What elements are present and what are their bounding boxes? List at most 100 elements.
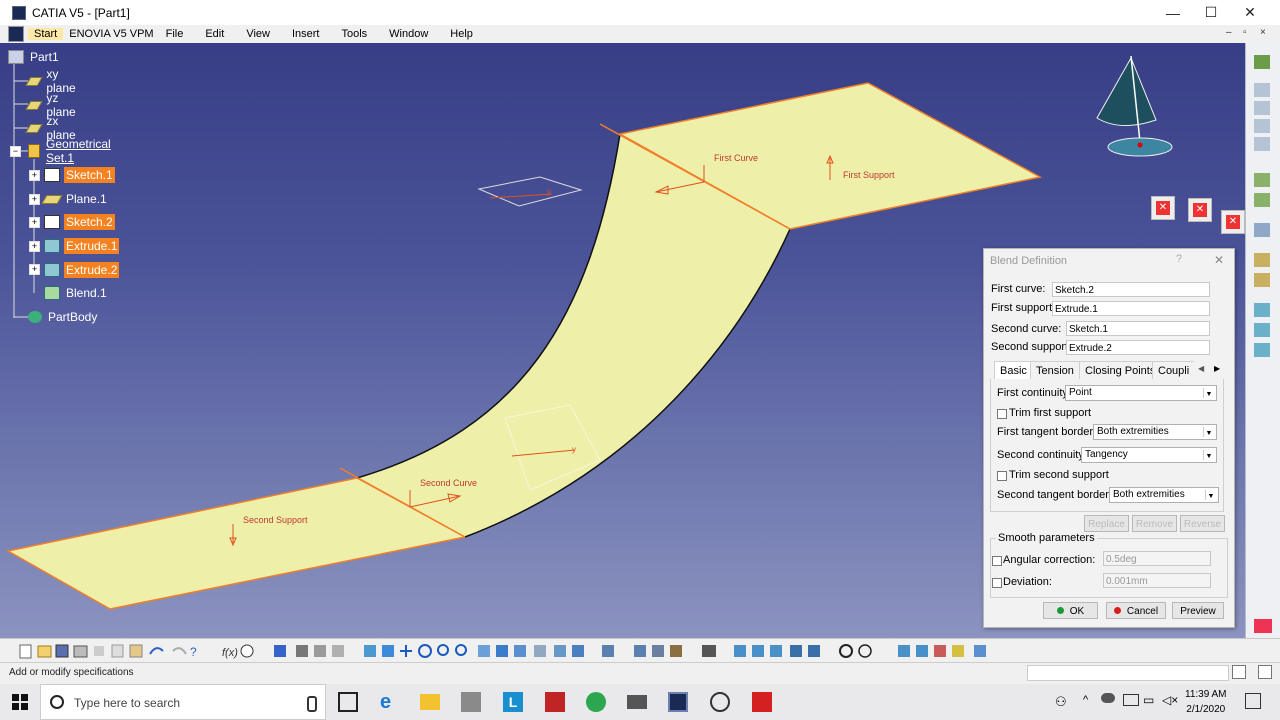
acrobat-icon[interactable] <box>752 692 772 712</box>
menu-insert[interactable]: Insert <box>286 28 326 40</box>
chrome-icon[interactable] <box>586 692 606 712</box>
menu-tools[interactable]: Tools <box>335 28 373 40</box>
cloud-icon[interactable] <box>1101 693 1115 703</box>
deviation-checkbox[interactable] <box>992 578 1002 588</box>
menu-enovia[interactable]: ENOVIA V5 VPM <box>63 28 159 40</box>
minimize-button[interactable]: — <box>1153 0 1193 25</box>
trim-second-support-checkbox[interactable] <box>997 471 1007 481</box>
store-icon[interactable] <box>461 692 481 712</box>
volume-icon[interactable]: ◁× <box>1162 693 1178 707</box>
catia-menu-icon[interactable] <box>8 26 24 42</box>
mcafee-icon[interactable] <box>545 692 565 712</box>
fill-tool-icon[interactable] <box>1254 253 1270 267</box>
help-icon[interactable]: ? <box>1176 253 1182 265</box>
tree-node-extrude2[interactable]: Extrude.2 <box>44 261 120 279</box>
projection-tool-icon[interactable] <box>1254 137 1270 151</box>
menu-start[interactable]: Start <box>28 28 64 40</box>
expand-extrude1-icon[interactable]: + <box>29 241 40 252</box>
tree-node-yz-plane[interactable]: yz plane <box>25 91 81 119</box>
notifications-icon[interactable] <box>1245 693 1261 709</box>
second-tangent-borders-select[interactable]: Both extremities ▼ <box>1109 487 1219 503</box>
close-button[interactable]: ✕ <box>1230 0 1270 25</box>
show-hidden-icons[interactable]: ^ <box>1083 694 1088 706</box>
tree-node-extrude1[interactable]: Extrude.1 <box>44 237 120 255</box>
split-tool-icon[interactable] <box>1254 343 1270 357</box>
people-icon[interactable]: ⚇ <box>1055 694 1067 710</box>
windows-start-icon[interactable] <box>12 694 28 710</box>
mail-icon[interactable] <box>627 695 647 709</box>
second-support-field[interactable]: Extrude.2 <box>1066 340 1210 355</box>
tree-node-zx-plane[interactable]: zx plane <box>25 114 81 142</box>
tree-node-plane1[interactable]: Plane.1 <box>41 190 109 208</box>
minimized-panel-2[interactable]: ✕ <box>1188 198 1212 222</box>
menu-edit[interactable]: Edit <box>199 28 230 40</box>
sketch-tool-icon[interactable] <box>1254 55 1270 69</box>
menu-window[interactable]: Window <box>383 28 434 40</box>
tab-closing-points[interactable]: Closing Points <box>1079 361 1162 379</box>
command-icon[interactable] <box>1258 665 1272 679</box>
network-icon[interactable] <box>1123 694 1139 706</box>
close-icon[interactable]: ✕ <box>1156 201 1170 215</box>
taskbar-clock[interactable]: 11:39 AM 2/1/2020 <box>1185 687 1227 717</box>
obs-icon[interactable] <box>710 692 730 712</box>
taskbar-search-box[interactable]: Type here to search <box>40 684 326 720</box>
blend-tool-icon[interactable] <box>1254 303 1270 317</box>
expand-sketch1-icon[interactable]: + <box>29 170 40 181</box>
close-icon[interactable]: ✕ <box>1226 215 1240 229</box>
tab-scroll-left-icon[interactable]: ◀ <box>1198 364 1204 373</box>
minimized-panel-3[interactable]: ✕ <box>1221 210 1245 234</box>
tab-coupling[interactable]: Coupli <box>1152 361 1195 379</box>
trim-first-support-checkbox[interactable] <box>997 409 1007 419</box>
first-tangent-borders-select[interactable]: Both extremities ▼ <box>1093 424 1217 440</box>
catia-taskbar-icon[interactable] <box>668 692 688 712</box>
angular-correction-checkbox[interactable] <box>992 556 1002 566</box>
menu-help[interactable]: Help <box>444 28 479 40</box>
task-view-icon[interactable] <box>338 692 358 712</box>
tree-node-sketch2[interactable]: Sketch.2 <box>44 213 115 231</box>
second-curve-field[interactable]: Sketch.1 <box>1066 321 1210 336</box>
mdi-close-icon[interactable]: × <box>1260 27 1266 38</box>
compass-icon[interactable] <box>1096 55 1173 157</box>
tree-node-geometrical-set[interactable]: Geometrical Set.1 <box>28 137 117 165</box>
command-input[interactable] <box>1027 665 1229 681</box>
tree-node-xy-plane[interactable]: xy plane <box>25 67 81 95</box>
join-tool-icon[interactable] <box>1254 323 1270 337</box>
replace-button[interactable]: Replace <box>1084 515 1129 532</box>
mdi-restore-icon[interactable]: ▫ <box>1243 27 1247 38</box>
extrude-tool-icon[interactable] <box>1254 173 1270 187</box>
expand-extrude2-icon[interactable]: + <box>29 264 40 275</box>
tree-node-partbody[interactable]: PartBody <box>28 308 99 326</box>
first-continuity-select[interactable]: Point ▼ <box>1065 385 1217 401</box>
command-icon[interactable] <box>1232 665 1246 679</box>
expand-plane1-icon[interactable]: + <box>29 194 40 205</box>
deviation-field[interactable]: 0.001mm <box>1103 573 1211 588</box>
file-explorer-icon[interactable] <box>420 694 440 710</box>
menu-view[interactable]: View <box>240 28 276 40</box>
first-support-field[interactable]: Extrude.1 <box>1052 301 1210 316</box>
second-continuity-select[interactable]: Tangency ▼ <box>1081 447 1217 463</box>
app-l-icon[interactable]: L <box>503 692 523 712</box>
maximize-button[interactable]: ☐ <box>1191 0 1231 25</box>
microphone-icon[interactable] <box>307 696 317 712</box>
line-tool-icon[interactable] <box>1254 101 1270 115</box>
angular-correction-field[interactable]: 0.5deg <box>1103 551 1211 566</box>
point-tool-icon[interactable] <box>1254 83 1270 97</box>
remove-button[interactable]: Remove <box>1132 515 1177 532</box>
collapse-geometrical-set-icon[interactable]: − <box>10 146 21 157</box>
device-icon[interactable]: ▭ <box>1143 693 1154 707</box>
close-icon[interactable]: ✕ <box>1193 203 1207 217</box>
ok-button[interactable]: OK <box>1043 602 1098 619</box>
tree-node-part1[interactable]: Part1 <box>8 48 61 66</box>
plane-tool-icon[interactable] <box>1254 119 1270 133</box>
preview-button[interactable]: Preview <box>1172 602 1224 619</box>
mdi-minimize-icon[interactable]: – <box>1226 27 1232 38</box>
tree-node-sketch1[interactable]: Sketch.1 <box>44 166 115 184</box>
cancel-button[interactable]: Cancel <box>1106 602 1166 619</box>
dialog-close-icon[interactable]: ✕ <box>1214 253 1224 267</box>
multisection-tool-icon[interactable] <box>1254 273 1270 287</box>
reverse-button[interactable]: Reverse <box>1180 515 1225 532</box>
edge-icon[interactable]: e <box>380 692 400 712</box>
expand-sketch2-icon[interactable]: + <box>29 217 40 228</box>
tree-node-blend1[interactable]: Blend.1 <box>44 284 109 302</box>
tab-tension[interactable]: Tension <box>1030 361 1080 379</box>
